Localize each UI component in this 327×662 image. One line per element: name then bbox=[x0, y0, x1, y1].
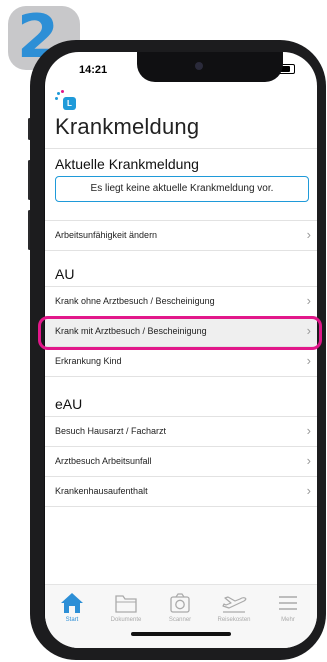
tab-label: Scanner bbox=[168, 617, 192, 623]
tab-label: Start bbox=[65, 617, 79, 623]
tab-start[interactable]: Start bbox=[45, 591, 99, 631]
home-icon bbox=[61, 593, 83, 613]
logo-dot bbox=[57, 92, 60, 95]
list-item-work-accident[interactable]: Arztbesuch Arbeitsunfall › bbox=[45, 447, 317, 477]
chevron-right-icon: › bbox=[306, 293, 311, 308]
section-heading-eau: eAU bbox=[55, 396, 83, 412]
chevron-right-icon: › bbox=[306, 483, 311, 498]
row-label: Besuch Hausarzt / Facharzt bbox=[55, 426, 167, 436]
logo-dot bbox=[61, 90, 64, 93]
app-logo: L bbox=[55, 90, 81, 112]
phone-notch bbox=[137, 52, 283, 82]
chevron-right-icon: › bbox=[306, 423, 311, 438]
list-item-gp-specialist-visit[interactable]: Besuch Hausarzt / Facharzt › bbox=[45, 417, 317, 447]
home-indicator bbox=[131, 632, 231, 636]
chevron-right-icon: › bbox=[306, 453, 311, 468]
no-current-notice: Es liegt keine aktuelle Krankmeldung vor… bbox=[55, 176, 309, 202]
camera-icon bbox=[170, 593, 190, 613]
menu-icon bbox=[279, 596, 297, 610]
tab-bar: Start Dokumente Scanner Reisekosten Mehr bbox=[45, 584, 317, 648]
tab-label: Mehr bbox=[281, 617, 295, 623]
change-incapacity-row[interactable]: Arbeitsunfähigkeit ändern › bbox=[45, 221, 317, 251]
folder-icon bbox=[115, 595, 137, 613]
row-label: Erkrankung Kind bbox=[55, 356, 122, 366]
logo-letter: L bbox=[63, 97, 76, 110]
section-heading-au: AU bbox=[55, 266, 75, 282]
tab-more[interactable]: Mehr bbox=[261, 591, 315, 631]
plane-icon bbox=[222, 596, 247, 613]
tab-label: Dokumente bbox=[110, 617, 142, 623]
list-item-child-illness[interactable]: Erkrankung Kind › bbox=[45, 347, 317, 377]
logo-dot bbox=[55, 97, 58, 100]
divider bbox=[45, 148, 317, 149]
chevron-right-icon: › bbox=[306, 353, 311, 368]
highlight-outline bbox=[38, 316, 322, 350]
tab-documents[interactable]: Dokumente bbox=[99, 591, 153, 631]
row-label: Krank ohne Arztbesuch / Bescheinigung bbox=[55, 296, 215, 306]
row-label: Arbeitsunfähigkeit ändern bbox=[55, 230, 158, 240]
list-item-hospital-stay[interactable]: Krankenhausaufenthalt › bbox=[45, 477, 317, 507]
tab-travel-expenses[interactable]: Reisekosten bbox=[207, 591, 261, 631]
row-label: Arztbesuch Arbeitsunfall bbox=[55, 456, 152, 466]
tab-scanner[interactable]: Scanner bbox=[153, 591, 207, 631]
chevron-right-icon: › bbox=[306, 227, 311, 242]
status-time: 14:21 bbox=[79, 64, 108, 76]
page-title: Krankmeldung bbox=[55, 114, 200, 139]
section-heading-current: Aktuelle Krankmeldung bbox=[55, 156, 199, 172]
row-label: Krankenhausaufenthalt bbox=[55, 486, 148, 496]
app-screen: 14:21 .... L Krankmeldung Aktuelle Krank… bbox=[45, 52, 317, 648]
list-item-sick-without-doctor[interactable]: Krank ohne Arztbesuch / Bescheinigung › bbox=[45, 287, 317, 317]
camera-icon bbox=[195, 62, 203, 70]
tab-label: Reisekosten bbox=[217, 617, 251, 623]
